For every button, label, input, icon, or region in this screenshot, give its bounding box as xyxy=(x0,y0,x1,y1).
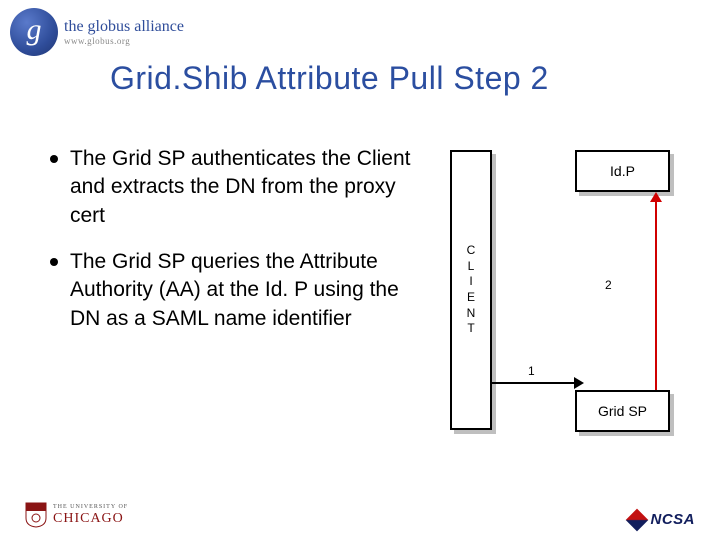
chicago-text: THE UNIVERSITY OF CHICAGO xyxy=(53,504,128,526)
bullet-list: The Grid SP authenticates the Client and… xyxy=(50,145,420,351)
globus-name: the globus alliance xyxy=(64,19,184,35)
globe-icon: g xyxy=(10,8,58,56)
slide-title: Grid.Shib Attribute Pull Step 2 xyxy=(110,60,549,97)
globus-logo: g the globus alliance www.globus.org xyxy=(10,8,184,56)
diagram: C L I E N T Id.P Grid SP 1 2 xyxy=(450,150,700,450)
globus-text: the globus alliance www.globus.org xyxy=(64,19,184,46)
idp-box: Id.P xyxy=(575,150,670,192)
ncsa-square-icon xyxy=(626,508,649,531)
bullet-item: The Grid SP authenticates the Client and… xyxy=(50,145,420,230)
footer: THE UNIVERSITY OF CHICAGO NCSA xyxy=(25,502,695,528)
arrow-2-label: 2 xyxy=(605,278,612,292)
globus-url: www.globus.org xyxy=(64,37,184,46)
chicago-line2: CHICAGO xyxy=(53,511,128,526)
chicago-logo: THE UNIVERSITY OF CHICAGO xyxy=(25,502,128,528)
chicago-line1: THE UNIVERSITY OF xyxy=(53,504,128,511)
arrow-1-line xyxy=(492,382,575,384)
ncsa-text: NCSA xyxy=(650,511,695,528)
arrow-2-head-icon xyxy=(650,192,662,202)
idp-label: Id.P xyxy=(610,163,635,179)
client-box: C L I E N T xyxy=(450,150,492,430)
gridsp-label: Grid SP xyxy=(598,403,647,419)
bullet-text: The Grid SP authenticates the Client and… xyxy=(70,145,420,230)
client-label: C L I E N T xyxy=(467,243,476,337)
globe-letter: g xyxy=(27,15,42,45)
ncsa-logo: NCSA xyxy=(629,511,695,528)
bullet-text: The Grid SP queries the Attribute Author… xyxy=(70,248,420,333)
arrow-1-head-icon xyxy=(574,377,584,389)
arrow-1-label: 1 xyxy=(528,364,535,378)
bullet-dot-icon xyxy=(50,258,58,266)
arrow-2-line xyxy=(655,200,657,390)
chicago-shield-icon xyxy=(25,502,47,528)
bullet-dot-icon xyxy=(50,155,58,163)
bullet-item: The Grid SP queries the Attribute Author… xyxy=(50,248,420,333)
gridsp-box: Grid SP xyxy=(575,390,670,432)
